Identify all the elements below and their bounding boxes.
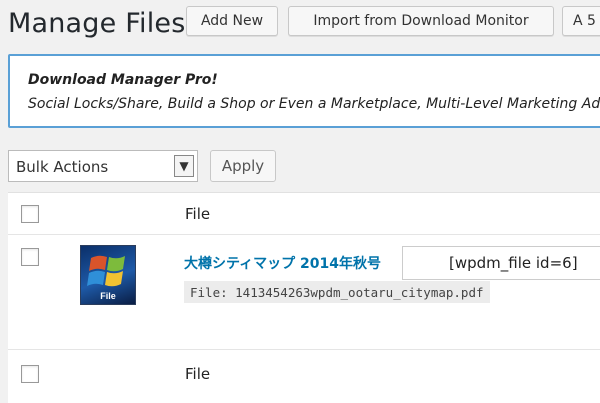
bulk-actions-label: Bulk Actions bbox=[16, 158, 109, 176]
row-divider bbox=[8, 234, 600, 235]
row-divider bbox=[8, 349, 600, 350]
select-all-checkbox[interactable] bbox=[21, 205, 39, 223]
notice-title: Download Manager Pro! bbox=[28, 72, 218, 88]
thumbnail-label: File bbox=[100, 291, 116, 301]
dropdown-arrow-icon: ▼ bbox=[174, 155, 194, 177]
shortcode-field[interactable]: [wpdm_file id=6] bbox=[402, 246, 600, 280]
import-download-monitor-button[interactable]: Import from Download Monitor bbox=[288, 6, 554, 36]
add-new-button[interactable]: Add New bbox=[186, 6, 278, 36]
file-thumbnail-icon: File bbox=[80, 245, 136, 305]
notice-text: Social Locks/Share, Build a Shop or Even… bbox=[28, 96, 600, 112]
select-all-footer-checkbox[interactable] bbox=[21, 365, 39, 383]
row-checkbox[interactable] bbox=[21, 248, 39, 266]
page-title: Manage Files bbox=[8, 8, 186, 39]
promo-notice: Download Manager Pro! Social Locks/Share… bbox=[8, 54, 600, 128]
secondary-header-button[interactable]: A 5 bbox=[562, 6, 600, 36]
footer-column-header-file: File bbox=[185, 365, 211, 383]
file-title-link[interactable]: 大樽シティマップ 2014年秋号 bbox=[184, 253, 381, 273]
file-path-label: File: 1413454263wpdm_ootaru_citymap.pdf bbox=[184, 281, 490, 303]
apply-button[interactable]: Apply bbox=[210, 150, 276, 182]
column-header-file: File bbox=[185, 205, 211, 223]
files-table: File File 大樽シティマップ 2014年秋号 [wpdm_file id… bbox=[8, 192, 600, 403]
page-header: Manage Files Add New Import from Downloa… bbox=[0, 0, 600, 50]
windows-logo-icon bbox=[87, 255, 125, 287]
bulk-actions-select[interactable]: Bulk Actions ▼ bbox=[8, 150, 198, 182]
